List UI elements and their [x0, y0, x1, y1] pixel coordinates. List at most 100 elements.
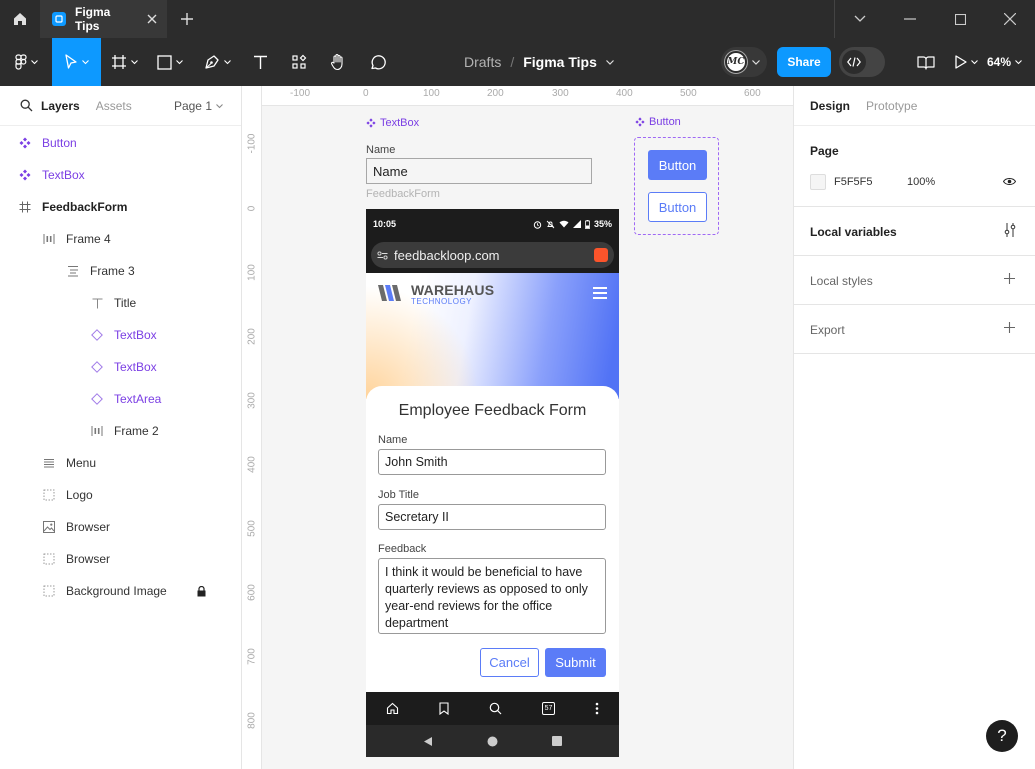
layer-label: Frame 2 [114, 424, 159, 438]
layer-item-textbox-instance[interactable]: TextBox [90, 351, 157, 383]
breadcrumb-drafts[interactable]: Drafts [464, 54, 501, 70]
comment-icon [370, 54, 386, 69]
home-button[interactable] [0, 0, 40, 38]
bookmark-icon[interactable] [439, 702, 449, 715]
layer-item-button[interactable]: Button [18, 127, 77, 159]
name-input[interactable]: John Smith [378, 449, 606, 475]
feedbackform-frame[interactable]: 10:05 35% feedbackloop.com WAREHAUS TECH… [366, 209, 619, 757]
file-name[interactable]: Figma Tips [523, 54, 597, 70]
cancel-button[interactable]: Cancel [480, 648, 539, 677]
local-styles-section[interactable]: Local styles [794, 256, 1035, 305]
help-button[interactable]: ? [986, 720, 1018, 752]
tab-design[interactable]: Design [810, 99, 850, 113]
feedbackform-frame-label[interactable]: FeedbackForm [366, 188, 440, 200]
minimize-button[interactable] [885, 0, 935, 38]
brave-logo-icon[interactable] [594, 248, 608, 262]
layer-item-frame-2[interactable]: Frame 2 [90, 415, 159, 447]
layer-item-browser-image[interactable]: Browser [42, 511, 110, 543]
chevron-down-icon[interactable] [605, 59, 614, 65]
plus-icon[interactable] [1004, 322, 1015, 333]
maximize-button[interactable] [935, 0, 985, 38]
button-component-label[interactable]: Button [635, 116, 681, 128]
tab-layers[interactable]: Layers [41, 99, 80, 113]
page-opacity[interactable]: 100% [907, 176, 935, 188]
layer-item-frame-3[interactable]: Frame 3 [66, 255, 135, 287]
new-tab-button[interactable] [167, 0, 207, 38]
layer-item-textarea-instance[interactable]: TextArea [90, 383, 161, 415]
feedback-textarea[interactable]: I think it would be beneficial to have q… [378, 558, 606, 634]
share-button[interactable]: Share [777, 47, 831, 77]
back-icon[interactable] [423, 736, 433, 747]
url-bar[interactable]: feedbackloop.com [371, 242, 614, 268]
export-section[interactable]: Export [794, 305, 1035, 354]
search-icon[interactable] [489, 702, 502, 715]
site-settings-icon[interactable] [377, 250, 388, 260]
tab-assets[interactable]: Assets [96, 99, 132, 113]
textbox-component[interactable]: Name Name [366, 144, 592, 184]
status-time: 10:05 [373, 219, 397, 229]
library-button[interactable] [907, 38, 945, 86]
recents-icon[interactable] [552, 736, 562, 746]
autolayout-vertical-icon [66, 265, 80, 277]
resources-button[interactable] [279, 38, 319, 86]
layer-item-background-image[interactable]: Background Image [42, 575, 212, 607]
variables-settings-icon[interactable] [1004, 223, 1016, 237]
more-vertical-icon[interactable] [595, 702, 599, 715]
present-button[interactable] [945, 38, 987, 86]
shape-tool-button[interactable] [147, 38, 193, 86]
textbox-component-label[interactable]: TextBox [366, 117, 419, 129]
chevron-down-icon [854, 15, 866, 22]
close-tab-icon[interactable] [147, 14, 157, 24]
comment-tool-button[interactable] [357, 38, 397, 86]
file-tab[interactable]: Figma Tips [40, 0, 167, 38]
layer-item-title[interactable]: Title [90, 287, 136, 319]
battery-icon [585, 219, 590, 229]
tabs-count-button[interactable]: 57 [542, 702, 555, 715]
layer-item-feedbackform[interactable]: FeedbackForm [18, 191, 127, 223]
hand-tool-button[interactable] [319, 38, 357, 86]
plus-icon[interactable] [1004, 273, 1015, 284]
dropdown-button[interactable] [835, 0, 885, 38]
layer-item-browser[interactable]: Browser [42, 543, 110, 575]
close-window-button[interactable] [985, 0, 1035, 38]
layer-item-menu[interactable]: Menu [42, 447, 96, 479]
menu-icon[interactable] [593, 287, 607, 302]
zoom-level: 64% [987, 55, 1012, 69]
logo: WAREHAUS TECHNOLOGY [378, 283, 494, 306]
dev-mode-toggle[interactable] [839, 47, 885, 77]
move-tool-button[interactable] [52, 38, 101, 86]
zoom-control[interactable]: 64% [987, 55, 1035, 69]
pen-tool-button[interactable] [193, 38, 241, 86]
home-icon[interactable] [386, 702, 399, 715]
tab-prototype[interactable]: Prototype [866, 99, 917, 113]
multiplayer-avatars[interactable]: MC [721, 47, 767, 77]
eye-icon[interactable] [1003, 177, 1016, 186]
button-variant-primary[interactable]: Button [648, 150, 707, 180]
lock-icon[interactable] [197, 585, 206, 597]
canvas[interactable]: -100 0 100 200 300 400 500 600 -100 0 10… [242, 86, 793, 769]
page-selector[interactable]: Page 1 [174, 86, 223, 126]
text-icon [90, 298, 104, 309]
layer-item-frame-4[interactable]: Frame 4 [42, 223, 111, 255]
layer-item-textbox-instance[interactable]: TextBox [90, 319, 157, 351]
text-tool-button[interactable] [241, 38, 279, 86]
main-menu-button[interactable] [0, 38, 52, 86]
layer-item-logo[interactable]: Logo [42, 479, 93, 511]
home-circle-icon[interactable] [487, 736, 498, 747]
page-section-title: Page [810, 144, 839, 158]
job-title-input[interactable]: Secretary II [378, 504, 606, 530]
button-component-set[interactable]: Button Button [634, 137, 719, 235]
home-icon [14, 13, 26, 25]
ruler-label: 0 [246, 205, 258, 212]
search-icon[interactable] [20, 99, 33, 112]
textbox-field[interactable]: Name [366, 158, 592, 184]
frame-tool-button[interactable] [101, 38, 147, 86]
layer-item-textbox[interactable]: TextBox [18, 159, 85, 191]
chevron-down-icon [176, 59, 183, 64]
local-variables-section[interactable]: Local variables [794, 207, 1035, 256]
page-color-hex[interactable]: F5F5F5 [834, 176, 873, 188]
submit-button[interactable]: Submit [545, 648, 606, 677]
page-color-swatch[interactable] [810, 174, 826, 190]
properties-panel: Design Prototype Page F5F5F5 100% Local … [793, 86, 1035, 769]
button-variant-outline[interactable]: Button [648, 192, 707, 222]
